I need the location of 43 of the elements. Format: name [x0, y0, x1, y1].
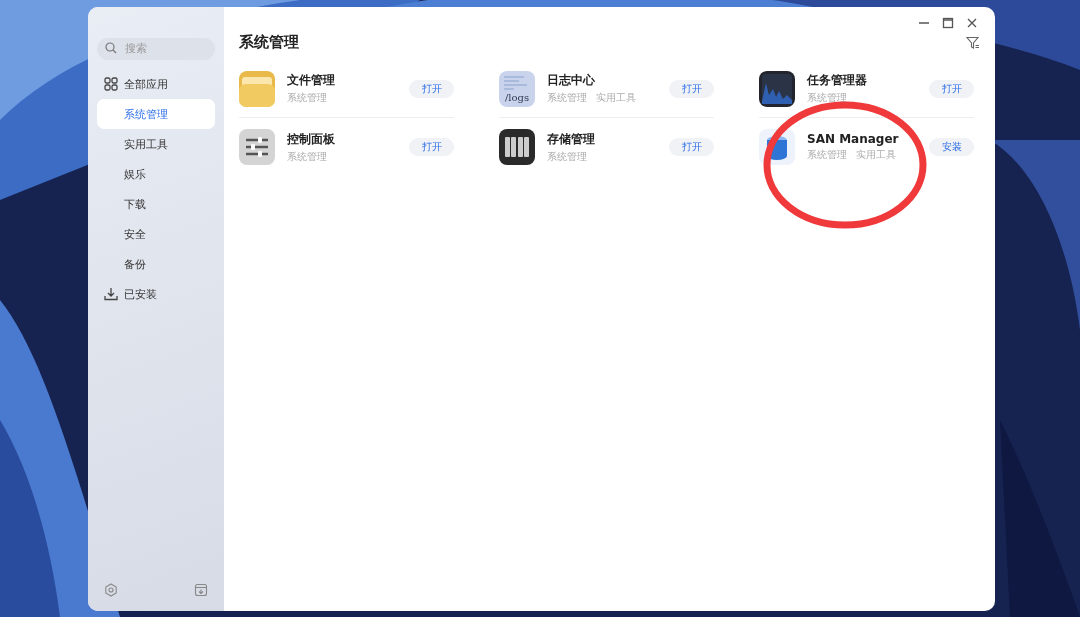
category-tag: 实用工具	[856, 149, 896, 162]
app-action-button[interactable]: 打开	[929, 79, 974, 98]
app-action-button[interactable]: 打开	[669, 79, 714, 98]
app-name: 控制面板	[287, 130, 336, 148]
chart-icon	[759, 70, 795, 107]
category-tag: 系统管理	[807, 149, 847, 162]
category-tag: 实用工具	[596, 92, 636, 105]
page-title: 系统管理	[239, 33, 299, 52]
sidebar-item[interactable]: 实用工具	[97, 129, 215, 159]
app-action-button[interactable]: 打开	[409, 79, 454, 98]
folder-icon	[239, 70, 275, 107]
category-tag: 系统管理	[547, 92, 587, 105]
archive-icon[interactable]	[194, 583, 208, 597]
filter-icon[interactable]	[966, 35, 980, 50]
sidebar-item[interactable]: 娱乐	[97, 159, 215, 189]
app-name: SAN Manager	[807, 132, 900, 146]
sidebar-item[interactable]: 备份	[97, 249, 215, 279]
app-name: 日志中心	[547, 72, 596, 89]
sliders-icon	[239, 129, 275, 165]
search-icon	[105, 42, 117, 54]
app-action-button[interactable]: 打开	[669, 138, 714, 156]
category-tag: 系统管理	[287, 150, 327, 164]
app-name: 文件管理	[287, 72, 336, 89]
log-file-icon	[499, 70, 535, 107]
category-tag: 系统管理	[287, 92, 327, 105]
sidebar-item[interactable]: 安全	[97, 219, 215, 249]
maximize-icon[interactable]	[942, 17, 954, 29]
sidebar-item[interactable]: 系统管理	[97, 99, 215, 129]
category-tag: 系统管理	[547, 150, 587, 164]
app-name: 任务管理器	[807, 72, 868, 89]
app-action-button[interactable]: 打开	[409, 138, 454, 156]
sidebar-item[interactable]: 已安装	[97, 279, 215, 309]
close-icon[interactable]	[966, 17, 978, 29]
sidebar-item[interactable]: 全部应用	[97, 69, 215, 99]
category-tag: 系统管理	[807, 92, 847, 105]
app-name: 存储管理	[547, 130, 596, 148]
icon-label: /logs	[503, 91, 531, 103]
drive-bays-icon	[499, 129, 535, 165]
app-action-button[interactable]: 安装	[929, 138, 974, 156]
download-icon	[104, 287, 118, 301]
search-field[interactable]: 搜索	[97, 37, 215, 60]
sidebar-item[interactable]: 下载	[97, 189, 215, 219]
apps-grid-icon	[104, 77, 118, 91]
